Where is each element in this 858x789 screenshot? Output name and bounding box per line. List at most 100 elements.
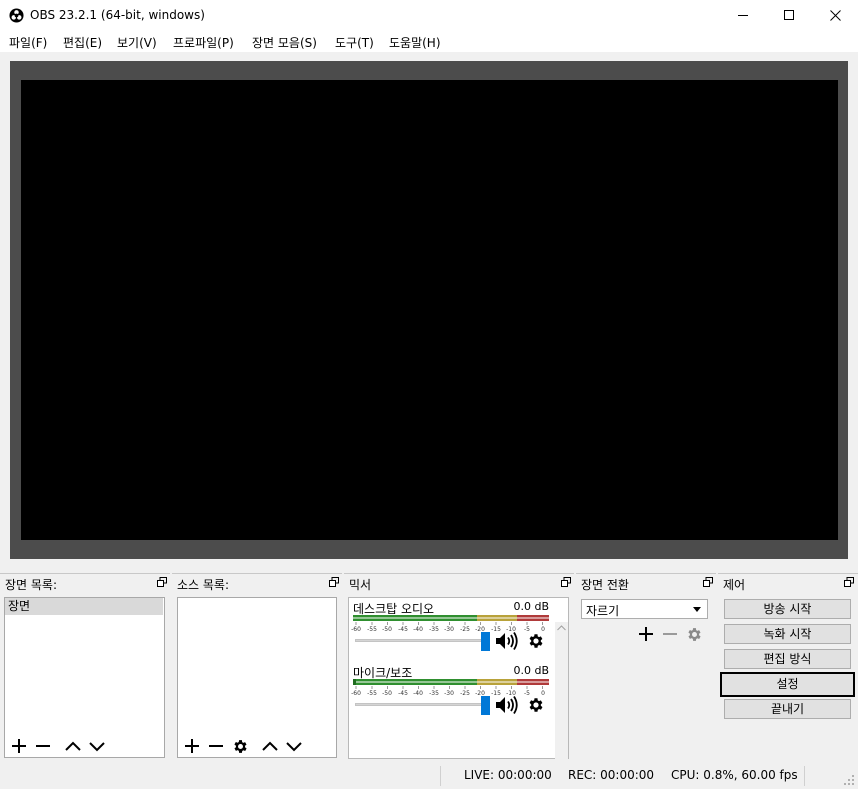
maximize-button[interactable] (766, 0, 812, 31)
meter-scale: -60 -55 -50 -45 -40 -35 -30 -25 -20 -15 … (351, 690, 549, 698)
volume-slider-handle[interactable] (481, 696, 490, 715)
gear-icon (233, 739, 247, 753)
menu-scene-collection[interactable]: 장면 모음(S) (252, 34, 317, 51)
chevron-down-icon (286, 742, 302, 752)
minus-icon (663, 633, 677, 635)
obs-logo-icon (9, 8, 24, 23)
transitions-dock: 장면 전환 자르기 (576, 573, 716, 759)
scale-label: -60 (351, 690, 361, 697)
exit-button[interactable]: 끝내기 (724, 699, 851, 719)
minimize-icon (737, 15, 748, 16)
plus-icon (12, 739, 26, 753)
scale-label: -50 (382, 626, 392, 633)
mixer-dock: 믹서 데스크탑 오디오 0.0 dB -60 -55 -50 -45 -40 -… (344, 573, 574, 783)
scene-item[interactable]: 장면 (5, 598, 163, 615)
scene-list[interactable]: 장면 (4, 597, 165, 758)
volume-meter (353, 615, 549, 621)
start-streaming-button[interactable]: 방송 시작 (724, 599, 851, 619)
meter-ticks (355, 686, 543, 689)
gear-icon[interactable] (527, 632, 545, 650)
menu-file[interactable]: 파일(F) (9, 34, 47, 51)
preview-area[interactable] (10, 61, 848, 559)
volume-slider-track[interactable] (355, 703, 487, 706)
sources-dock-header[interactable]: 소스 목록: (172, 573, 342, 592)
source-properties-button[interactable] (230, 736, 250, 756)
sources-dock: 소스 목록: (172, 573, 342, 759)
plus-icon (185, 739, 199, 753)
scale-label: -30 (444, 626, 454, 633)
transition-select[interactable]: 자르기 (581, 599, 708, 619)
chevron-up-icon (262, 741, 278, 751)
menu-view[interactable]: 보기(V) (117, 34, 157, 51)
add-source-button[interactable] (182, 736, 202, 756)
live-status: LIVE: 00:00:00 (464, 768, 552, 782)
chevron-down-icon (89, 742, 105, 752)
scale-label: -40 (413, 690, 423, 697)
transition-properties-button[interactable] (684, 624, 704, 644)
plus-icon (639, 627, 653, 641)
scale-label: -35 (429, 626, 439, 633)
close-button[interactable] (812, 0, 858, 31)
source-list[interactable] (177, 597, 337, 758)
scale-label: -25 (460, 626, 470, 633)
menu-tools[interactable]: 도구(T) (335, 34, 374, 51)
float-icon[interactable] (844, 577, 854, 587)
menu-edit[interactable]: 편집(E) (63, 34, 102, 51)
move-source-up-button[interactable] (260, 736, 280, 756)
speaker-icon[interactable] (495, 695, 519, 715)
menu-help[interactable]: 도움말(H) (389, 34, 441, 51)
meter-scale: -60 -55 -50 -45 -40 -35 -30 -25 -20 -15 … (351, 626, 549, 634)
mixer-panel: 데스크탑 오디오 0.0 dB -60 -55 -50 -45 -40 -35 … (348, 597, 569, 783)
dropdown-arrow-icon (693, 607, 701, 612)
sources-toolbar (182, 734, 304, 758)
transition-select-value: 자르기 (586, 604, 620, 618)
settings-button[interactable]: 설정 (720, 672, 855, 697)
remove-transition-button[interactable] (660, 624, 680, 644)
scenes-dock: 장면 목록: 장면 (0, 573, 170, 759)
scenes-toolbar (9, 734, 107, 758)
volume-slider-handle[interactable] (481, 632, 490, 651)
controls-dock-title: 제어 (723, 578, 746, 592)
controls-dock-header[interactable]: 제어 (718, 573, 858, 592)
start-recording-button[interactable]: 녹화 시작 (724, 624, 851, 644)
status-divider (440, 766, 441, 786)
float-icon[interactable] (561, 577, 571, 587)
add-scene-button[interactable] (9, 736, 29, 756)
gear-icon[interactable] (527, 696, 545, 714)
mixer-scrollbar[interactable] (555, 622, 568, 783)
preview-canvas[interactable] (21, 80, 838, 540)
scroll-up-icon[interactable] (557, 625, 566, 631)
studio-mode-button[interactable]: 편집 방식 (724, 649, 851, 669)
resize-grip-icon[interactable] (843, 774, 855, 786)
float-icon[interactable] (157, 577, 167, 587)
meter-ticks (355, 622, 543, 625)
scale-label: -35 (429, 690, 439, 697)
scenes-dock-title: 장면 목록: (5, 578, 58, 592)
move-scene-up-button[interactable] (63, 736, 83, 756)
volume-slider-track[interactable] (355, 639, 487, 642)
rec-status: REC: 00:00:00 (568, 768, 655, 782)
minimize-button[interactable] (720, 0, 766, 31)
title-bar[interactable]: OBS 23.2.1 (64-bit, windows) (0, 0, 858, 31)
add-transition-button[interactable] (636, 624, 656, 644)
volume-meter (353, 679, 549, 685)
scenes-dock-header[interactable]: 장면 목록: (0, 573, 170, 592)
transitions-dock-header[interactable]: 장면 전환 (576, 573, 716, 592)
float-icon[interactable] (329, 577, 339, 587)
sources-dock-title: 소스 목록: (177, 578, 230, 592)
remove-source-button[interactable] (206, 736, 226, 756)
move-scene-down-button[interactable] (87, 736, 107, 756)
speaker-icon[interactable] (495, 631, 519, 651)
scale-label: -60 (351, 626, 361, 633)
float-icon[interactable] (703, 577, 713, 587)
mixer-dock-header[interactable]: 믹서 (344, 573, 574, 592)
scale-label: -55 (367, 690, 377, 697)
controls-dock: 제어 방송 시작 녹화 시작 편집 방식 설정 끝내기 (718, 573, 858, 759)
menu-bar: 파일(F) 편집(E) 보기(V) 프로파일(P) 장면 모음(S) 도구(T)… (0, 31, 858, 52)
chevron-up-icon (65, 741, 81, 751)
menu-profile[interactable]: 프로파일(P) (173, 34, 234, 51)
maximize-icon (783, 10, 794, 20)
transitions-dock-title: 장면 전환 (581, 578, 629, 592)
remove-scene-button[interactable] (33, 736, 53, 756)
move-source-down-button[interactable] (284, 736, 304, 756)
